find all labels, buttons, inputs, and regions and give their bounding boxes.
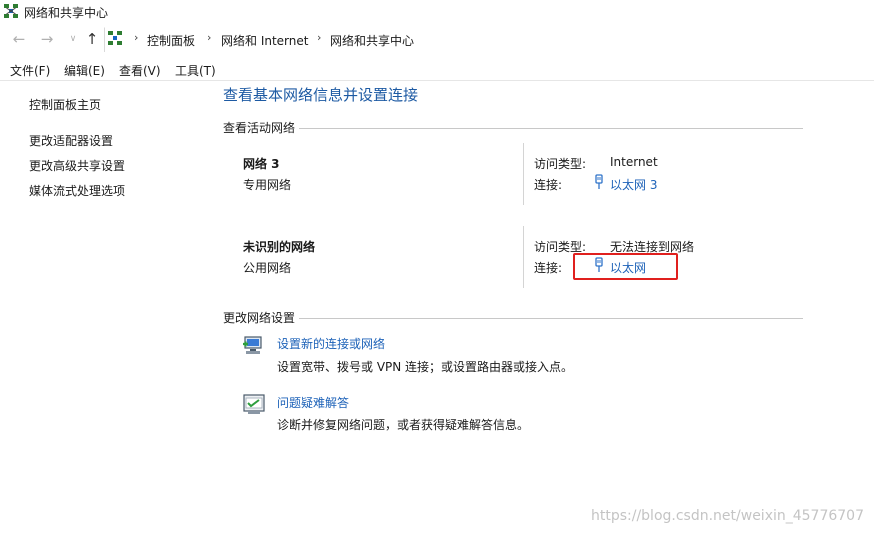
connection-link-ethernet-3[interactable]: 以太网 3 bbox=[610, 176, 657, 193]
setup-new-connection-desc: 设置宽带、拨号或 VPN 连接；或设置路由器或接入点。 bbox=[277, 360, 574, 374]
breadcrumb-network-sharing-center[interactable]: 网络和共享中心 bbox=[330, 32, 414, 49]
vertical-divider bbox=[523, 226, 524, 288]
address-bar: ← → ∨ ↑ › 控制面板 › 网络和 Internet › 网络和共享中心 bbox=[0, 26, 874, 52]
network-name: 网络 3 bbox=[243, 157, 280, 171]
troubleshoot-icon bbox=[243, 394, 265, 414]
section-active-networks: 查看活动网络 bbox=[223, 119, 300, 136]
connection-label: 连接: bbox=[534, 178, 563, 192]
highlight-annotation-box bbox=[573, 253, 678, 280]
sidebar-control-panel-home[interactable]: 控制面板主页 bbox=[29, 96, 101, 113]
troubleshoot-desc: 诊断并修复网络问题，或者获得疑难解答信息。 bbox=[277, 418, 530, 432]
back-arrow-icon[interactable]: ← bbox=[10, 30, 28, 48]
section-divider bbox=[223, 318, 803, 319]
forward-arrow-icon[interactable]: → bbox=[38, 30, 56, 48]
menu-tools[interactable]: 工具(T) bbox=[175, 62, 216, 79]
breadcrumb-network-internet[interactable]: 网络和 Internet bbox=[221, 32, 308, 49]
menu-file[interactable]: 文件(F) bbox=[10, 62, 50, 79]
title-bar: 网络和共享中心 bbox=[0, 0, 874, 24]
breadcrumb-control-panel[interactable]: 控制面板 bbox=[147, 32, 195, 49]
page-title: 查看基本网络信息并设置连接 bbox=[223, 86, 419, 104]
network-icon bbox=[4, 4, 18, 18]
ethernet-plug-icon bbox=[595, 174, 603, 189]
network-name: 未识别的网络 bbox=[243, 240, 316, 254]
chevron-right-icon[interactable]: › bbox=[207, 31, 211, 44]
access-type-value: Internet bbox=[610, 155, 658, 169]
new-connection-icon bbox=[243, 336, 262, 354]
up-arrow-icon[interactable]: ↑ bbox=[83, 30, 101, 48]
window-title: 网络和共享中心 bbox=[24, 6, 109, 20]
address-box[interactable] bbox=[104, 27, 874, 52]
network-icon bbox=[108, 31, 122, 45]
sidebar-change-advanced-sharing[interactable]: 更改高级共享设置 bbox=[29, 157, 125, 174]
setup-new-connection-link[interactable]: 设置新的连接或网络 bbox=[277, 335, 385, 352]
section-change-network-settings: 更改网络设置 bbox=[223, 309, 300, 326]
network-type-link[interactable]: 公用网络 bbox=[243, 259, 291, 276]
menu-view[interactable]: 查看(V) bbox=[119, 62, 161, 79]
chevron-right-icon[interactable]: › bbox=[317, 31, 321, 44]
chevron-right-icon: › bbox=[134, 31, 139, 44]
sidebar-media-streaming[interactable]: 媒体流式处理选项 bbox=[29, 182, 125, 199]
section-divider bbox=[223, 128, 803, 129]
network-type-link[interactable]: 专用网络 bbox=[243, 176, 291, 193]
vertical-divider bbox=[523, 143, 524, 205]
access-type-label: 访问类型: bbox=[534, 157, 587, 171]
connection-label: 连接: bbox=[534, 261, 563, 275]
menu-edit[interactable]: 编辑(E) bbox=[64, 62, 105, 79]
sidebar-change-adapter-settings[interactable]: 更改适配器设置 bbox=[29, 132, 113, 149]
chevron-down-icon[interactable]: ∨ bbox=[64, 30, 82, 48]
menu-bar: 文件(F) 编辑(E) 查看(V) 工具(T) bbox=[0, 58, 874, 81]
troubleshoot-link[interactable]: 问题疑难解答 bbox=[277, 394, 349, 411]
watermark-text: https://blog.csdn.net/weixin_45776707 bbox=[590, 508, 864, 524]
